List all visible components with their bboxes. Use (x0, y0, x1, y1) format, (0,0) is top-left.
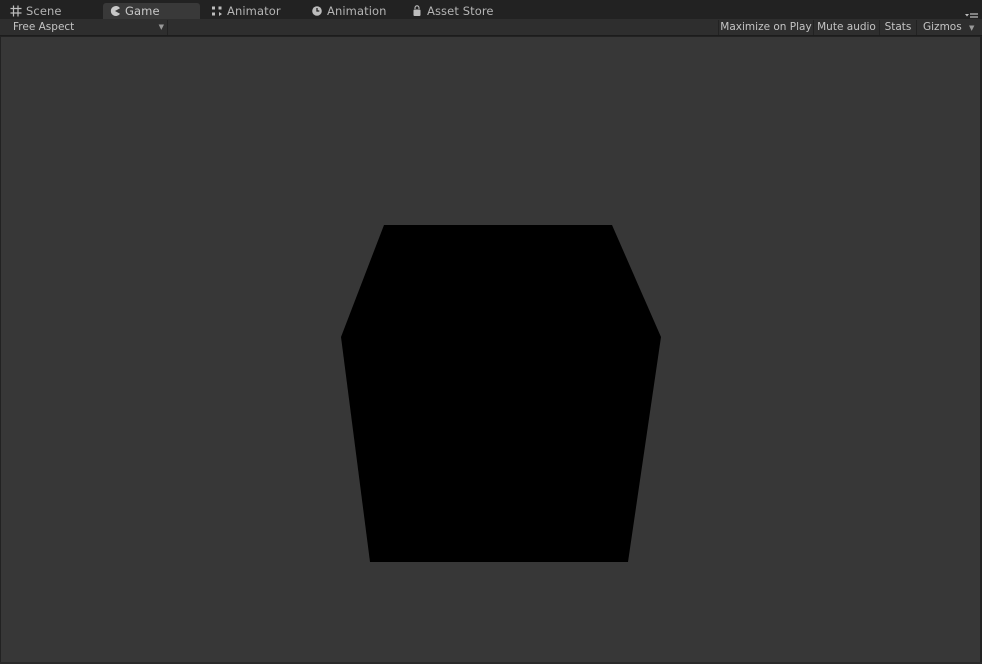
game-viewport[interactable] (1, 37, 980, 662)
tab-game[interactable]: Game (103, 3, 200, 19)
tab-asset-store[interactable]: Asset Store (405, 3, 505, 19)
maximize-label: Maximize on Play (720, 21, 812, 33)
grid-icon (10, 5, 22, 17)
stats-label: Stats (884, 21, 912, 33)
tab-label: Scene (26, 4, 62, 18)
tab-animation[interactable]: Animation (305, 3, 405, 19)
stats-toggle[interactable]: Stats (879, 20, 916, 35)
aspect-label: Free Aspect (13, 21, 75, 33)
bag-icon (411, 5, 423, 17)
tab-bar: Scene Game Animator Animation Asset Stor… (0, 0, 982, 21)
gizmos-dropdown[interactable]: Gizmos ▼ (916, 20, 976, 35)
game-window: Scene Game Animator Animation Asset Stor… (0, 0, 982, 664)
scene-render (341, 225, 661, 562)
tab-scene[interactable]: Scene (4, 3, 94, 19)
chevron-down-icon: ▼ (158, 23, 164, 31)
tab-label: Asset Store (427, 4, 494, 18)
tab-label: Game (125, 4, 160, 18)
gizmos-label: Gizmos (923, 21, 962, 33)
tab-animator[interactable]: Animator (205, 3, 300, 19)
pacman-icon (109, 5, 121, 17)
chevron-down-icon: ▼ (969, 24, 975, 32)
clock-icon (311, 5, 323, 17)
panel-menu-icon[interactable] (965, 7, 978, 21)
mute-audio-toggle[interactable]: Mute audio (813, 20, 879, 35)
aspect-dropdown[interactable]: Free Aspect ▼ (7, 20, 168, 35)
mute-label: Mute audio (817, 21, 876, 33)
nodes-icon (211, 5, 223, 17)
cube-mesh (341, 225, 661, 562)
game-toolbar: Free Aspect ▼ Maximize on Play Mute audi… (0, 19, 982, 36)
tab-label: Animation (327, 4, 387, 18)
maximize-on-play-toggle[interactable]: Maximize on Play (718, 20, 813, 35)
tab-label: Animator (227, 4, 281, 18)
